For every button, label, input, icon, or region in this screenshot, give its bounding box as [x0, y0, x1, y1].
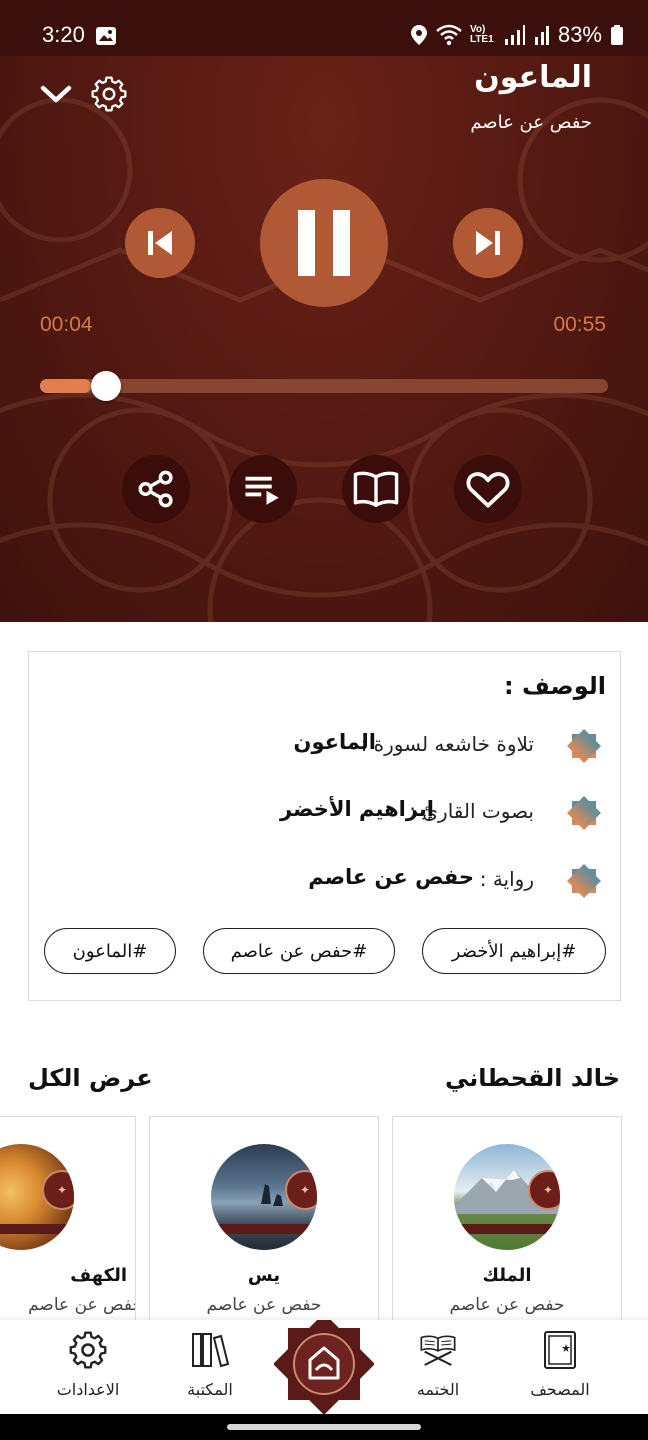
- signal-icon: [504, 25, 525, 45]
- recitation-thumbnail: ✦: [0, 1144, 74, 1250]
- description-heading: الوصف :: [503, 672, 606, 700]
- recitation-subtitle: حفص عن عاصم: [206, 1295, 322, 1315]
- track-title: الماعون: [474, 60, 592, 95]
- battery-icon: [611, 25, 623, 45]
- status-time: 3:20: [42, 22, 85, 47]
- description-row-reciter: بصوت القارئ : إبراهيم الأخضر: [44, 793, 604, 833]
- recitation-card[interactable]: ✦ الملك حفص عن عاصم: [392, 1116, 622, 1326]
- rub-el-hizb-icon: [567, 864, 601, 898]
- recitation-title: الملك: [482, 1265, 532, 1286]
- share-icon: [138, 470, 173, 508]
- chevron-down-icon: [40, 85, 72, 103]
- total-duration: 00:55: [553, 313, 606, 336]
- nav-item-library[interactable]: المكتبة: [160, 1320, 260, 1414]
- app-logo-icon: [273, 1313, 375, 1415]
- nav-label: الاعدادات: [56, 1380, 120, 1399]
- nav-label: الختمه: [416, 1380, 460, 1399]
- calligraphy-badge-icon: ✦: [285, 1170, 317, 1210]
- share-button[interactable]: [122, 455, 190, 523]
- track-subtitle: حفص عن عاصم: [470, 112, 592, 133]
- related-section-title: خالد القحطاني: [444, 1064, 620, 1092]
- description-value: إبراهيم الأخضر: [280, 797, 434, 821]
- recitation-thumbnail: ✦: [454, 1144, 560, 1250]
- tag-chip[interactable]: #إبراهيم الأخضر: [422, 928, 606, 974]
- description-label: رواية :: [479, 867, 534, 891]
- nav-item-khatma[interactable]: الختمه: [388, 1320, 488, 1414]
- player-panel: 3:20 Vo) LTE1 83% الماعون حفص عن عاصم 00…: [0, 0, 648, 622]
- description-row-narration: رواية : حفص عن عاصم: [44, 861, 604, 901]
- next-button[interactable]: [453, 208, 523, 278]
- skip-previous-icon: [148, 231, 172, 255]
- signal-2-icon: [534, 26, 549, 45]
- play-pause-button[interactable]: [260, 179, 388, 307]
- seek-bar[interactable]: [40, 379, 608, 393]
- tag-chip[interactable]: #الماعون: [44, 928, 176, 974]
- rub-el-hizb-icon: [567, 796, 601, 830]
- calligraphy-badge-icon: ✦: [42, 1170, 74, 1210]
- home-gesture-bar[interactable]: [227, 1424, 421, 1430]
- previous-button[interactable]: [125, 208, 195, 278]
- favorite-button[interactable]: [454, 455, 522, 523]
- settings-icon: [68, 1328, 108, 1372]
- description-value: الماعون: [293, 730, 376, 754]
- description-label: تلاوة خاشعه لسورة :: [360, 732, 534, 756]
- description-row-surah: تلاوة خاشعه لسورة : الماعون: [44, 726, 604, 766]
- read-surah-button[interactable]: [342, 455, 410, 523]
- nav-item-mushaf[interactable]: المصحف: [510, 1320, 610, 1414]
- playlist-button[interactable]: [229, 455, 297, 523]
- wifi-icon: [436, 24, 462, 46]
- nav-item-settings[interactable]: الاعدادات: [38, 1320, 138, 1414]
- seek-bar-handle[interactable]: [91, 371, 121, 401]
- network-label: Vo) LTE1: [469, 24, 494, 45]
- status-bar: 3:20 Vo) LTE1 83%: [0, 0, 648, 56]
- see-all-link[interactable]: عرض الكل: [28, 1064, 153, 1092]
- battery-percent: 83%: [557, 22, 602, 47]
- collapse-button[interactable]: [36, 74, 76, 114]
- nav-item-home[interactable]: [273, 1313, 375, 1415]
- status-indicators: Vo) LTE1 83%: [410, 22, 624, 48]
- recitation-card[interactable]: ✦ يس حفص عن عاصم: [149, 1116, 379, 1326]
- thumbnail-band: [0, 1224, 74, 1234]
- nav-label: المصحف: [530, 1380, 590, 1399]
- quran-book-icon: [540, 1328, 580, 1372]
- playlist-play-icon: [245, 476, 279, 505]
- app-screen: 3:20 Vo) LTE1 83% الماعون حفص عن عاصم 00…: [0, 0, 648, 1440]
- recitation-title: يس: [247, 1265, 281, 1286]
- recitation-subtitle: حفص عن عاصم: [28, 1295, 136, 1315]
- recitation-title: الكهف: [70, 1265, 127, 1286]
- calligraphy-badge-icon: ✦: [528, 1170, 560, 1210]
- player-settings-button[interactable]: [89, 74, 129, 114]
- skip-next-icon: [476, 231, 500, 255]
- elapsed-time: 00:04: [40, 313, 93, 336]
- gear-icon: [91, 76, 127, 112]
- open-book-icon: [353, 471, 399, 507]
- description-value: حفص عن عاصم: [308, 865, 474, 889]
- thumbnail-band: [454, 1224, 560, 1234]
- thumbnail-band: [211, 1224, 317, 1234]
- heart-icon: [466, 472, 510, 508]
- recitation-subtitle: حفص عن عاصم: [449, 1295, 565, 1315]
- library-icon: [190, 1328, 230, 1372]
- quran-stand-icon: [418, 1328, 458, 1372]
- pause-icon: [298, 210, 350, 276]
- recitation-card[interactable]: ✦ الكهف حفص عن عاصم: [0, 1116, 136, 1326]
- gallery-notification-icon: [96, 27, 116, 45]
- rub-el-hizb-icon: [567, 729, 601, 763]
- location-icon: [410, 25, 427, 45]
- tag-chip[interactable]: #حفص عن عاصم: [203, 928, 395, 974]
- recitation-thumbnail: ✦: [211, 1144, 317, 1250]
- nav-label: المكتبة: [187, 1380, 233, 1399]
- seek-bar-progress: [40, 379, 91, 393]
